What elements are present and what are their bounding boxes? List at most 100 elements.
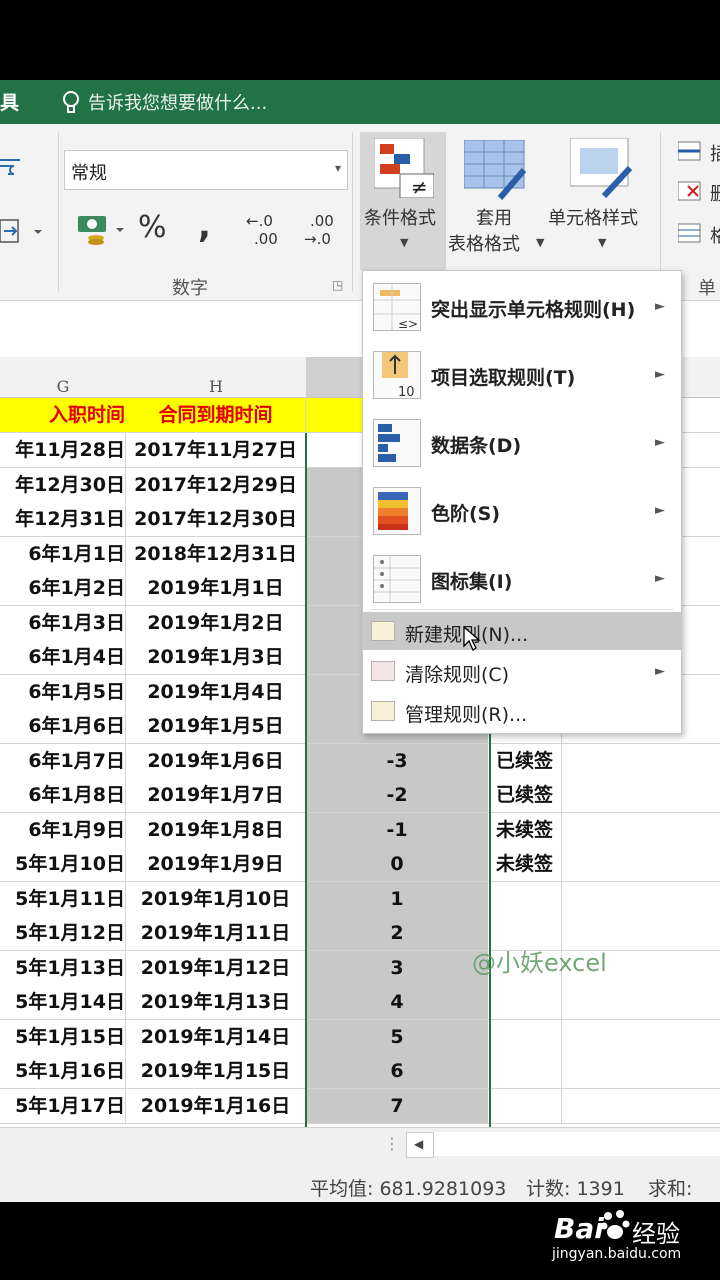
cell-contract-end[interactable]: 2019年1月16日 [126, 1088, 306, 1123]
cell-start-date[interactable]: 年12月31日 [0, 502, 126, 536]
cell-contract-end[interactable]: 2019年1月5日 [126, 709, 306, 743]
increase-decimal-top: ←.0 [246, 212, 273, 230]
menu-item-highlight-cells-rules[interactable]: ≤> 突出显示单元格规则(H) ► [363, 271, 681, 339]
cell-renewal-status[interactable] [488, 881, 562, 916]
cell-contract-end[interactable]: 2018年12月31日 [126, 536, 306, 571]
number-format-value: 常规 [71, 163, 107, 184]
format-cells-icon[interactable] [677, 222, 706, 250]
header-cell-g[interactable]: 入职时间 [0, 398, 127, 432]
cell-start-date[interactable]: 5年1月11日 [0, 881, 126, 916]
scrollbar-track[interactable] [434, 1132, 720, 1156]
insert-cells-icon[interactable] [677, 140, 706, 168]
cell-empty[interactable] [562, 1054, 720, 1088]
status-average[interactable]: 平均值: 681.9281093 [310, 1174, 506, 1201]
column-header-h[interactable]: H [126, 357, 307, 398]
cell-start-date[interactable]: 5年1月16日 [0, 1054, 126, 1088]
cell-contract-end[interactable]: 2019年1月15日 [126, 1054, 306, 1088]
cell-contract-end[interactable]: 2017年11月27日 [126, 433, 306, 467]
currency-format-icon[interactable] [76, 212, 124, 252]
cell-contract-end[interactable]: 2019年1月1日 [126, 571, 306, 605]
cell-contract-end[interactable]: 2019年1月6日 [126, 743, 306, 778]
cell-empty[interactable] [562, 847, 720, 881]
cell-start-date[interactable]: 年11月28日 [0, 433, 126, 467]
merge-cells-icon[interactable] [0, 218, 44, 250]
format-label[interactable]: 格 [710, 222, 720, 248]
cell-empty[interactable] [562, 985, 720, 1019]
menu-item-icon-sets[interactable]: 图标集(I) ► [363, 543, 681, 609]
cell-start-date[interactable]: 6年1月3日 [0, 605, 126, 640]
status-count[interactable]: 计数: 1391 [526, 1174, 625, 1201]
cell-start-date[interactable]: 5年1月14日 [0, 985, 126, 1019]
cell-empty[interactable] [562, 812, 720, 847]
menu-item-new-rule[interactable]: 新建规则(N)... [363, 612, 681, 651]
cell-contract-end[interactable]: 2017年12月30日 [126, 502, 306, 536]
cell-start-date[interactable]: 5年1月15日 [0, 1019, 126, 1054]
cell-start-date[interactable]: 6年1月2日 [0, 571, 126, 605]
cell-start-date[interactable]: 6年1月6日 [0, 709, 126, 743]
insert-label[interactable]: 插 [710, 140, 720, 166]
menu-item-top-bottom-rules[interactable]: 10 项目选取规则(T) ► [363, 339, 681, 407]
format-as-table-button[interactable]: 套用 表格格式 ▼ [448, 132, 550, 270]
conditional-formatting-button[interactable]: ≠ 条件格式 ▼ [360, 132, 446, 270]
cell-start-date[interactable]: 6年1月4日 [0, 640, 126, 674]
cell-contract-end[interactable]: 2019年1月9日 [126, 847, 306, 881]
cell-renewal-status[interactable] [488, 1054, 562, 1088]
cell-start-date[interactable]: 5年1月17日 [0, 1088, 126, 1123]
percent-style-button[interactable]: % [138, 210, 167, 245]
delete-cells-icon[interactable] [677, 180, 706, 208]
cell-empty[interactable] [562, 881, 720, 916]
cell-renewal-status[interactable]: 已续签 [488, 778, 562, 812]
cell-empty[interactable] [562, 1088, 720, 1123]
wrap-text-icon[interactable] [0, 154, 26, 182]
number-format-combo[interactable]: 常规 ▾ [64, 150, 348, 190]
cell-styles-button[interactable]: 单元格样式 ▼ [548, 132, 652, 270]
header-cell-h[interactable]: 合同到期时间 [126, 398, 306, 432]
comma-style-button[interactable]: , [198, 206, 211, 246]
cell-empty[interactable] [562, 743, 720, 778]
cell-renewal-status[interactable] [488, 1019, 562, 1054]
cell-contract-end[interactable]: 2019年1月4日 [126, 674, 306, 709]
cell-contract-end[interactable]: 2019年1月11日 [126, 916, 306, 950]
menu-item-color-scales[interactable]: 色阶(S) ► [363, 475, 681, 543]
increase-decimal-button[interactable]: ←.0 .00 [246, 212, 286, 248]
cell-contract-end[interactable]: 2019年1月3日 [126, 640, 306, 674]
cell-start-date[interactable]: 年12月30日 [0, 467, 126, 502]
decrease-decimal-button[interactable]: .00 →.0 [304, 212, 344, 248]
chevron-down-icon: ▼ [400, 236, 409, 249]
cell-renewal-status[interactable]: 未续签 [488, 847, 562, 881]
menu-item-data-bars[interactable]: 数据条(D) ► [363, 407, 681, 475]
menu-item-clear-rules[interactable]: 清除规则(C) ► [363, 652, 681, 690]
color-scales-icon [373, 487, 421, 535]
top-icon-text: 10 [398, 385, 415, 398]
menu-item-manage-rules[interactable]: 管理规则(R)... [363, 692, 681, 730]
cell-empty[interactable] [562, 1019, 720, 1054]
cell-renewal-status[interactable] [488, 1088, 562, 1123]
cell-start-date[interactable]: 5年1月12日 [0, 916, 126, 950]
delete-label[interactable]: 删 [710, 180, 720, 206]
cell-start-date[interactable]: 5年1月13日 [0, 950, 126, 985]
scroll-left-button[interactable]: ◀ [406, 1132, 434, 1158]
cell-contract-end[interactable]: 2019年1月14日 [126, 1019, 306, 1054]
cell-contract-end[interactable]: 2017年12月29日 [126, 467, 306, 502]
cell-start-date[interactable]: 5年1月10日 [0, 847, 126, 881]
cell-start-date[interactable]: 6年1月9日 [0, 812, 126, 847]
cell-contract-end[interactable]: 2019年1月2日 [126, 605, 306, 640]
cell-contract-end[interactable]: 2019年1月12日 [126, 950, 306, 985]
number-launcher-icon[interactable]: ◳ [332, 278, 343, 292]
column-header-g[interactable]: G [0, 357, 127, 398]
cell-start-date[interactable]: 6年1月7日 [0, 743, 126, 778]
cell-contract-end[interactable]: 2019年1月10日 [126, 881, 306, 916]
cell-contract-end[interactable]: 2019年1月7日 [126, 778, 306, 812]
cell-start-date[interactable]: 6年1月1日 [0, 536, 126, 571]
cell-contract-end[interactable]: 2019年1月13日 [126, 985, 306, 1019]
splitter-handle-icon[interactable]: ⋮ [384, 1134, 400, 1153]
cell-renewal-status[interactable] [488, 985, 562, 1019]
cell-renewal-status[interactable]: 已续签 [488, 743, 562, 778]
tools-tab-label[interactable]: 具 [0, 88, 19, 115]
cell-start-date[interactable]: 6年1月5日 [0, 674, 126, 709]
cell-empty[interactable] [562, 778, 720, 812]
cell-contract-end[interactable]: 2019年1月8日 [126, 812, 306, 847]
cell-renewal-status[interactable]: 未续签 [488, 812, 562, 847]
cell-start-date[interactable]: 6年1月8日 [0, 778, 126, 812]
tell-me-search[interactable]: 告诉我您想要做什么... [88, 89, 267, 115]
